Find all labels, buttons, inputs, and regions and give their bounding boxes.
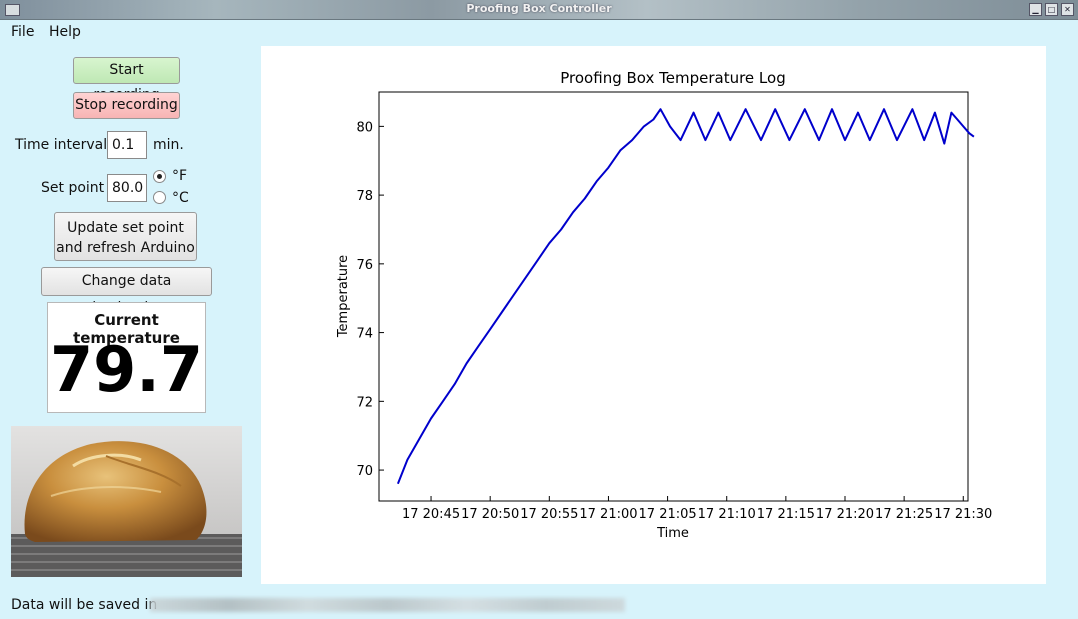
menu-bar: File Help: [0, 20, 260, 44]
redacted-path: [150, 598, 625, 612]
close-icon[interactable]: ✕: [1061, 3, 1074, 16]
temperature-plot-panel: 70 72 74 76 78 80 17 20:45 17 20:50 17 20:55 17 2…: [261, 46, 1046, 584]
menu-file[interactable]: File: [11, 24, 34, 40]
minimize-icon[interactable]: ▁: [1029, 3, 1042, 16]
y-tick-label: 74: [356, 327, 373, 342]
chart-title: Proofing Box Temperature Log: [560, 69, 785, 87]
bread-photo: [11, 426, 242, 577]
y-tick-label: 72: [356, 395, 373, 410]
start-recording-button[interactable]: Start recording: [73, 57, 180, 103]
x-axis-label: Time: [656, 526, 689, 541]
update-button-line2: and refresh Arduino: [56, 240, 195, 256]
time-interval-unit: min.: [153, 137, 184, 153]
y-tick-label: 80: [356, 120, 373, 135]
change-data-destination-button[interactable]: Change data destination: [41, 267, 212, 316]
current-temperature-panel: Current temperature 79.7: [47, 302, 206, 413]
fahrenheit-label: °F: [172, 168, 188, 184]
x-tick-label: 17 21:05: [639, 507, 697, 522]
window-titlebar[interactable]: Proofing Box Controller ▁ □ ✕: [0, 0, 1078, 20]
current-temperature-value: 79.7: [50, 333, 203, 406]
temperature-chart: 70727476788017 20:45 17 20:50 17 20:55 17 2…: [336, 69, 992, 541]
menu-help[interactable]: Help: [49, 24, 81, 40]
x-tick-label: 17 21:20: [816, 507, 874, 522]
fahrenheit-radio[interactable]: [153, 170, 166, 183]
maximize-icon[interactable]: □: [1045, 3, 1058, 16]
x-tick-label: 17 20:45: [402, 507, 460, 522]
temperature-series-line: [396, 108, 975, 485]
plot-axes: [378, 91, 969, 502]
time-interval-input[interactable]: 0.1: [107, 131, 147, 159]
y-tick-label: 76: [356, 258, 373, 273]
x-tick-label: 17 21:00: [579, 507, 637, 522]
x-tick-label: 17 20:50: [461, 507, 519, 522]
x-tick-label: 17 21:30: [934, 507, 992, 522]
window-title: Proofing Box Controller: [466, 2, 612, 15]
y-axis-label: Temperature: [336, 255, 351, 338]
y-tick-label: 70: [356, 464, 373, 479]
x-tick-label: 17 21:10: [698, 507, 756, 522]
y-tick-label: 78: [356, 189, 373, 204]
update-button-line1: Update set point: [67, 220, 184, 236]
status-text: Data will be saved in: [11, 597, 158, 613]
update-set-point-button[interactable]: Update set point and refresh Arduino: [54, 212, 197, 261]
celsius-label: °C: [172, 190, 189, 206]
time-interval-label: Time interval: [15, 137, 108, 153]
set-point-label: Set point: [41, 180, 105, 196]
stop-recording-button[interactable]: Stop recording: [73, 92, 180, 119]
celsius-radio[interactable]: [153, 191, 166, 204]
x-tick-label: 17 21:15: [757, 507, 815, 522]
x-tick-label: 17 20:55: [520, 507, 578, 522]
set-point-input[interactable]: 80.0: [107, 174, 147, 202]
x-tick-label: 17 21:25: [875, 507, 933, 522]
